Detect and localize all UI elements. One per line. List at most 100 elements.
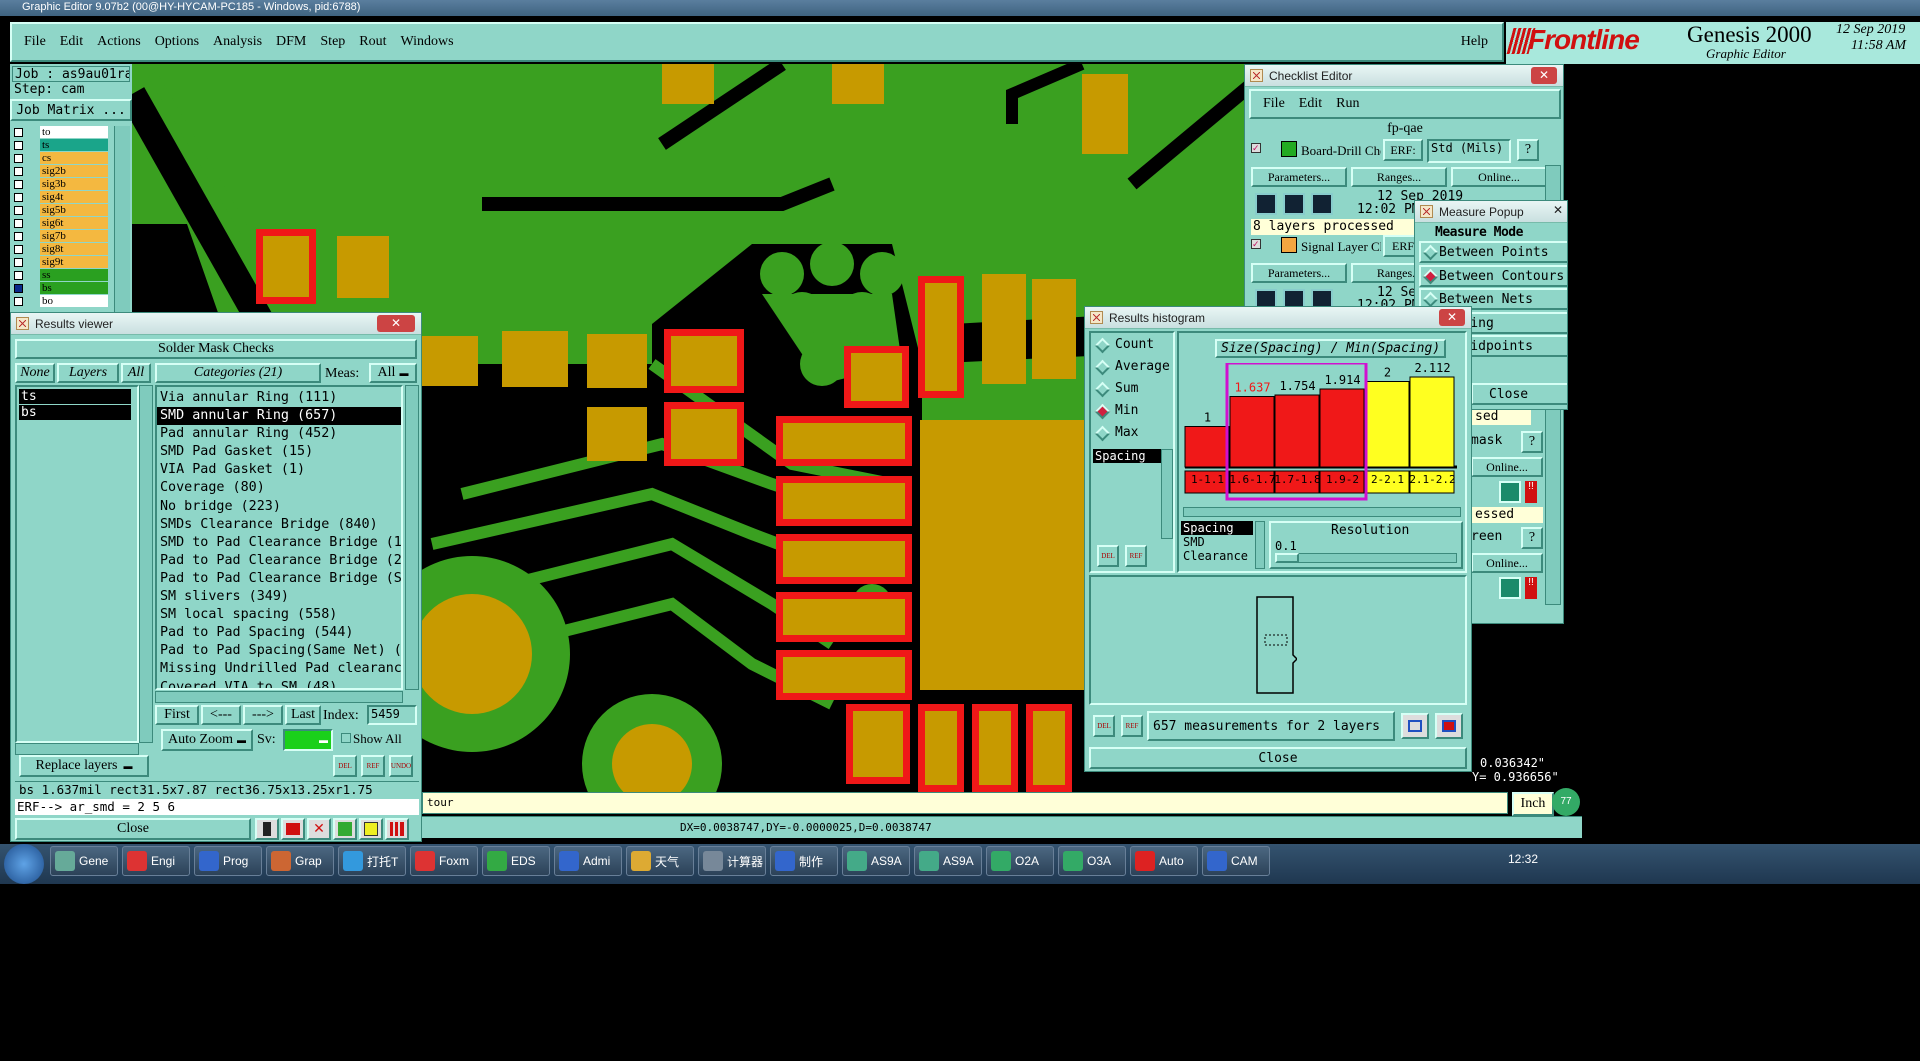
- layer-checkbox[interactable]: [14, 128, 23, 137]
- layer-checkbox[interactable]: [14, 154, 23, 163]
- results-close-button[interactable]: Close: [15, 818, 251, 840]
- layers-hscrollbar[interactable]: [15, 743, 139, 755]
- help-icon[interactable]: ?: [1517, 139, 1539, 161]
- menu-windows[interactable]: Windows: [401, 34, 454, 50]
- layer-list-scrollbar[interactable]: [114, 126, 130, 312]
- layer-label[interactable]: cs: [40, 152, 108, 164]
- toolbar-icon-3[interactable]: ✕: [307, 818, 331, 840]
- layer-checkbox[interactable]: [14, 284, 23, 293]
- layer-row-ts[interactable]: ts: [12, 139, 110, 152]
- mode-radio-min[interactable]: Min: [1093, 401, 1173, 421]
- run-icon[interactable]: [1283, 193, 1305, 215]
- layer-row-bs[interactable]: bs: [12, 282, 110, 295]
- layer-row-to[interactable]: to: [12, 126, 110, 139]
- histogram-bar[interactable]: [1229, 396, 1275, 468]
- menu-file[interactable]: File: [24, 34, 46, 50]
- resolution-slider[interactable]: [1275, 553, 1457, 563]
- layer-label[interactable]: ss: [40, 269, 108, 281]
- histogram-bar[interactable]: [1364, 381, 1410, 468]
- layer-row-sig7b[interactable]: sig7b: [12, 230, 110, 243]
- category-item[interactable]: Pad annular Ring (452): [157, 425, 401, 443]
- taskbar-item[interactable]: Auto: [1130, 846, 1198, 876]
- layer-label[interactable]: ts: [40, 139, 108, 151]
- erf-value[interactable]: Std (Mils): [1427, 139, 1511, 163]
- layer-checkbox[interactable]: [14, 167, 23, 176]
- index-input[interactable]: 5459: [367, 705, 417, 725]
- histogram-bar[interactable]: [1409, 376, 1455, 468]
- last-button[interactable]: Last: [285, 705, 321, 725]
- histogram-close-button[interactable]: Close: [1089, 747, 1467, 769]
- sv-color-select[interactable]: ▬: [283, 729, 333, 751]
- run-icon[interactable]: [1255, 193, 1277, 215]
- chart-icon[interactable]: [1435, 713, 1463, 739]
- category-item[interactable]: Via annular Ring (111): [157, 389, 401, 407]
- start-button[interactable]: [4, 844, 44, 884]
- category-item[interactable]: SM local spacing (558): [157, 606, 401, 624]
- layer-checkbox[interactable]: [14, 258, 23, 267]
- layer-checkbox[interactable]: [14, 271, 23, 280]
- refresh-icon[interactable]: REF: [1121, 715, 1143, 737]
- category-item[interactable]: Pad to Pad Clearance Bridge (224): [157, 552, 401, 570]
- taskbar-item[interactable]: Gene: [50, 846, 118, 876]
- alert-icon[interactable]: !!: [1525, 481, 1537, 503]
- category-item[interactable]: Pad to Pad Spacing(Same Net) (299: [157, 642, 401, 660]
- menu-edit[interactable]: Edit: [60, 34, 83, 50]
- check-toggle[interactable]: ✓: [1251, 143, 1261, 153]
- layer-checkbox[interactable]: [14, 206, 23, 215]
- delete-icon[interactable]: DEL: [1097, 545, 1119, 567]
- layer-row-bo[interactable]: bo: [12, 295, 110, 308]
- taskbar-item[interactable]: 计算器: [698, 846, 766, 876]
- erf-button[interactable]: ERF:: [1383, 139, 1423, 161]
- layer-label[interactable]: sig6t: [40, 217, 108, 229]
- taskbar-item[interactable]: EDS: [482, 846, 550, 876]
- menu-options[interactable]: Options: [155, 34, 199, 50]
- zoom-icon[interactable]: [1499, 577, 1521, 599]
- category-item[interactable]: Covered VIA to SM (48): [157, 679, 401, 689]
- taskbar-item[interactable]: CAM: [1202, 846, 1270, 876]
- checklist-menu-file[interactable]: File: [1263, 96, 1285, 112]
- categories-button[interactable]: Categories (21): [155, 363, 321, 383]
- category-item[interactable]: SM slivers (349): [157, 588, 401, 606]
- online-button-2[interactable]: Online...: [1471, 457, 1543, 477]
- layer-row-sig3b[interactable]: sig3b: [12, 178, 110, 191]
- layer-row-sig9t[interactable]: sig9t: [12, 256, 110, 269]
- zoom-icon[interactable]: [1499, 481, 1521, 503]
- histogram-bar[interactable]: [1274, 394, 1320, 468]
- show-all-checkbox[interactable]: [341, 733, 351, 743]
- checklist-menu-edit[interactable]: Edit: [1299, 96, 1322, 112]
- categories-hscrollbar[interactable]: [155, 691, 403, 703]
- layer-checkbox[interactable]: [14, 232, 23, 241]
- ranges-button[interactable]: Ranges...: [1351, 167, 1447, 187]
- checklist-row-2-label[interactable]: Signal Layer Ch: [1301, 239, 1381, 255]
- menu-rout[interactable]: Rout: [359, 34, 386, 50]
- category-item[interactable]: VIA Pad Gasket (1): [157, 461, 401, 479]
- toolbar-icon-4[interactable]: [333, 818, 357, 840]
- resolution-slider-thumb[interactable]: [1275, 553, 1299, 563]
- checklist-menu-run[interactable]: Run: [1336, 96, 1359, 112]
- layer-row-sig5b[interactable]: sig5b: [12, 204, 110, 217]
- layer-checkbox[interactable]: [14, 297, 23, 306]
- undo-icon[interactable]: UNDO: [389, 755, 413, 777]
- measure-option[interactable]: Between Points: [1419, 241, 1567, 263]
- layer-row-sig8t[interactable]: sig8t: [12, 243, 110, 256]
- check-toggle[interactable]: ✓: [1251, 239, 1261, 249]
- taskbar-item[interactable]: O3A: [1058, 846, 1126, 876]
- menu-dfm[interactable]: DFM: [276, 34, 306, 50]
- mode-radio-average[interactable]: Average: [1093, 357, 1173, 377]
- first-button[interactable]: First: [155, 705, 199, 725]
- layer-item[interactable]: ts: [19, 389, 131, 404]
- toolbar-icon-5[interactable]: [359, 818, 383, 840]
- attr-list[interactable]: Spacing: [1093, 449, 1163, 539]
- category-item[interactable]: Pad to Pad Clearance Bridge (Same: [157, 570, 401, 588]
- none-button[interactable]: None: [15, 363, 55, 383]
- units-button[interactable]: Inch: [1512, 792, 1554, 816]
- sub-item-smd[interactable]: SMD: [1181, 535, 1253, 549]
- taskbar-item[interactable]: Foxm: [410, 846, 478, 876]
- taskbar-item[interactable]: AS9A: [914, 846, 982, 876]
- layers-button[interactable]: Layers: [57, 363, 119, 383]
- mode-radio-count[interactable]: Count: [1093, 335, 1173, 355]
- taskbar-item[interactable]: 打托T: [338, 846, 406, 876]
- layer-label[interactable]: sig3b: [40, 178, 108, 190]
- refresh-icon[interactable]: REF: [361, 755, 385, 777]
- layer-label[interactable]: sig7b: [40, 230, 108, 242]
